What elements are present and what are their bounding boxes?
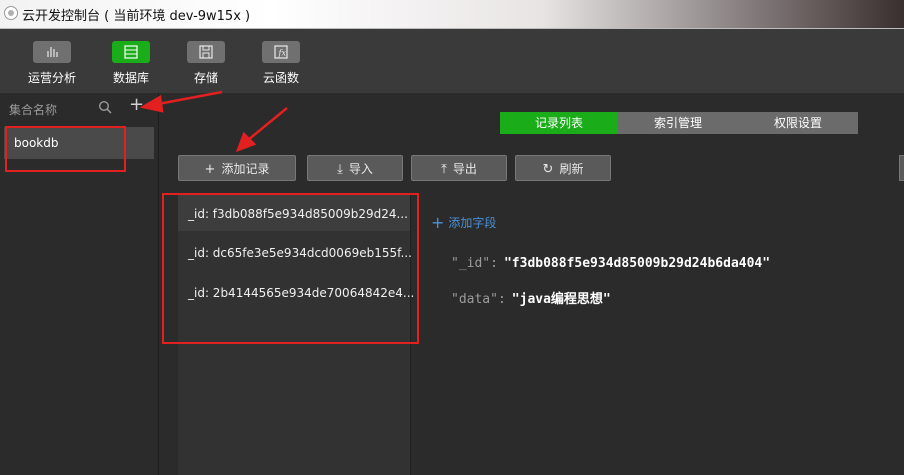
refresh-icon: ↻ [542, 162, 554, 177]
toolbar-label: 数据库 [112, 71, 149, 85]
add-field-label: 添加字段 [448, 216, 497, 230]
main-panel: 记录列表 索引管理 权限设置 + 添加记录 ⤓ 导入 ⤒ 导出 ↻ 刷新 _id: f3… [159, 93, 904, 475]
toolbar-database[interactable]: 数据库 [101, 41, 161, 86]
collection-header: 集合名称 + [0, 93, 158, 123]
plus-icon: + [204, 162, 216, 177]
database-icon [112, 41, 150, 63]
field-row[interactable]: "data": "java编程思想" [451, 288, 611, 307]
import-button[interactable]: ⤓ 导入 [307, 155, 403, 181]
tab-permission-settings[interactable]: 权限设置 [738, 112, 858, 134]
refresh-label: 刷新 [559, 162, 584, 176]
toolbar-label: 存储 [193, 71, 218, 85]
import-label: 导入 [348, 162, 373, 176]
add-record-button[interactable]: + 添加记录 [178, 155, 296, 181]
record-item[interactable]: _id: 2b4144565e934de70064842e4... [188, 286, 414, 300]
collection-name: bookdb [14, 136, 59, 150]
add-field-button[interactable]: + 添加字段 [431, 213, 496, 232]
svg-text:fx: fx [278, 49, 287, 58]
add-record-label: 添加记录 [221, 162, 270, 176]
collection-header-label: 集合名称 [9, 103, 58, 117]
save-icon [187, 41, 225, 63]
toolbar-label: 云函数 [262, 71, 299, 85]
export-label: 导出 [452, 162, 477, 176]
field-key: "_id": [451, 256, 498, 271]
toolbar-operations-analysis[interactable]: 运营分析 [22, 41, 82, 86]
search-icon[interactable] [98, 99, 112, 114]
field-row[interactable]: "_id": "f3db088f5e934d85009b29d24b6da404" [451, 256, 770, 271]
toolbar-cloud-functions[interactable]: fx 云函数 [251, 41, 311, 86]
field-key: "data": [451, 292, 506, 307]
record-item[interactable]: _id: f3db088f5e934d85009b29d24... [188, 207, 408, 221]
function-icon: fx [262, 41, 300, 63]
upload-icon: ⤒ [441, 162, 447, 177]
export-button[interactable]: ⤒ 导出 [411, 155, 507, 181]
main-toolbar: 运营分析 数据库 存储 fx 云函数 [0, 29, 904, 93]
field-value: "f3db088f5e934d85009b29d24b6da404" [503, 256, 771, 271]
toolbar-storage[interactable]: 存储 [176, 41, 236, 86]
collection-sidebar: 集合名称 + bookdb [0, 93, 159, 475]
download-icon: ⤓ [337, 162, 343, 177]
tab-record-list[interactable]: 记录列表 [500, 112, 618, 134]
tab-index-management[interactable]: 索引管理 [618, 112, 738, 134]
window-titlebar: 云开发控制台 ( 当前环境 dev-9w15x ) [0, 0, 904, 29]
chart-icon [33, 41, 71, 63]
toolbar-label: 运营分析 [27, 71, 76, 85]
view-tabs: 记录列表 索引管理 权限设置 [500, 112, 858, 134]
add-collection-button[interactable]: + [129, 96, 144, 114]
app-icon [4, 6, 18, 20]
record-detail: + 添加字段 "_id": "f3db088f5e934d85009b29d24b6… [411, 195, 904, 475]
record-list: _id: f3db088f5e934d85009b29d24... _id: d… [178, 195, 414, 475]
refresh-button[interactable]: ↻ 刷新 [515, 155, 611, 181]
plus-icon: + [431, 213, 445, 232]
collection-item-bookdb[interactable]: bookdb [4, 127, 154, 159]
field-value: "java编程思想" [511, 292, 611, 307]
window-title: 云开发控制台 ( 当前环境 dev-9w15x ) [22, 9, 251, 24]
record-item[interactable]: _id: dc65fe3e5e934dcd0069eb155f... [188, 246, 412, 260]
overflow-button[interactable] [899, 155, 904, 181]
